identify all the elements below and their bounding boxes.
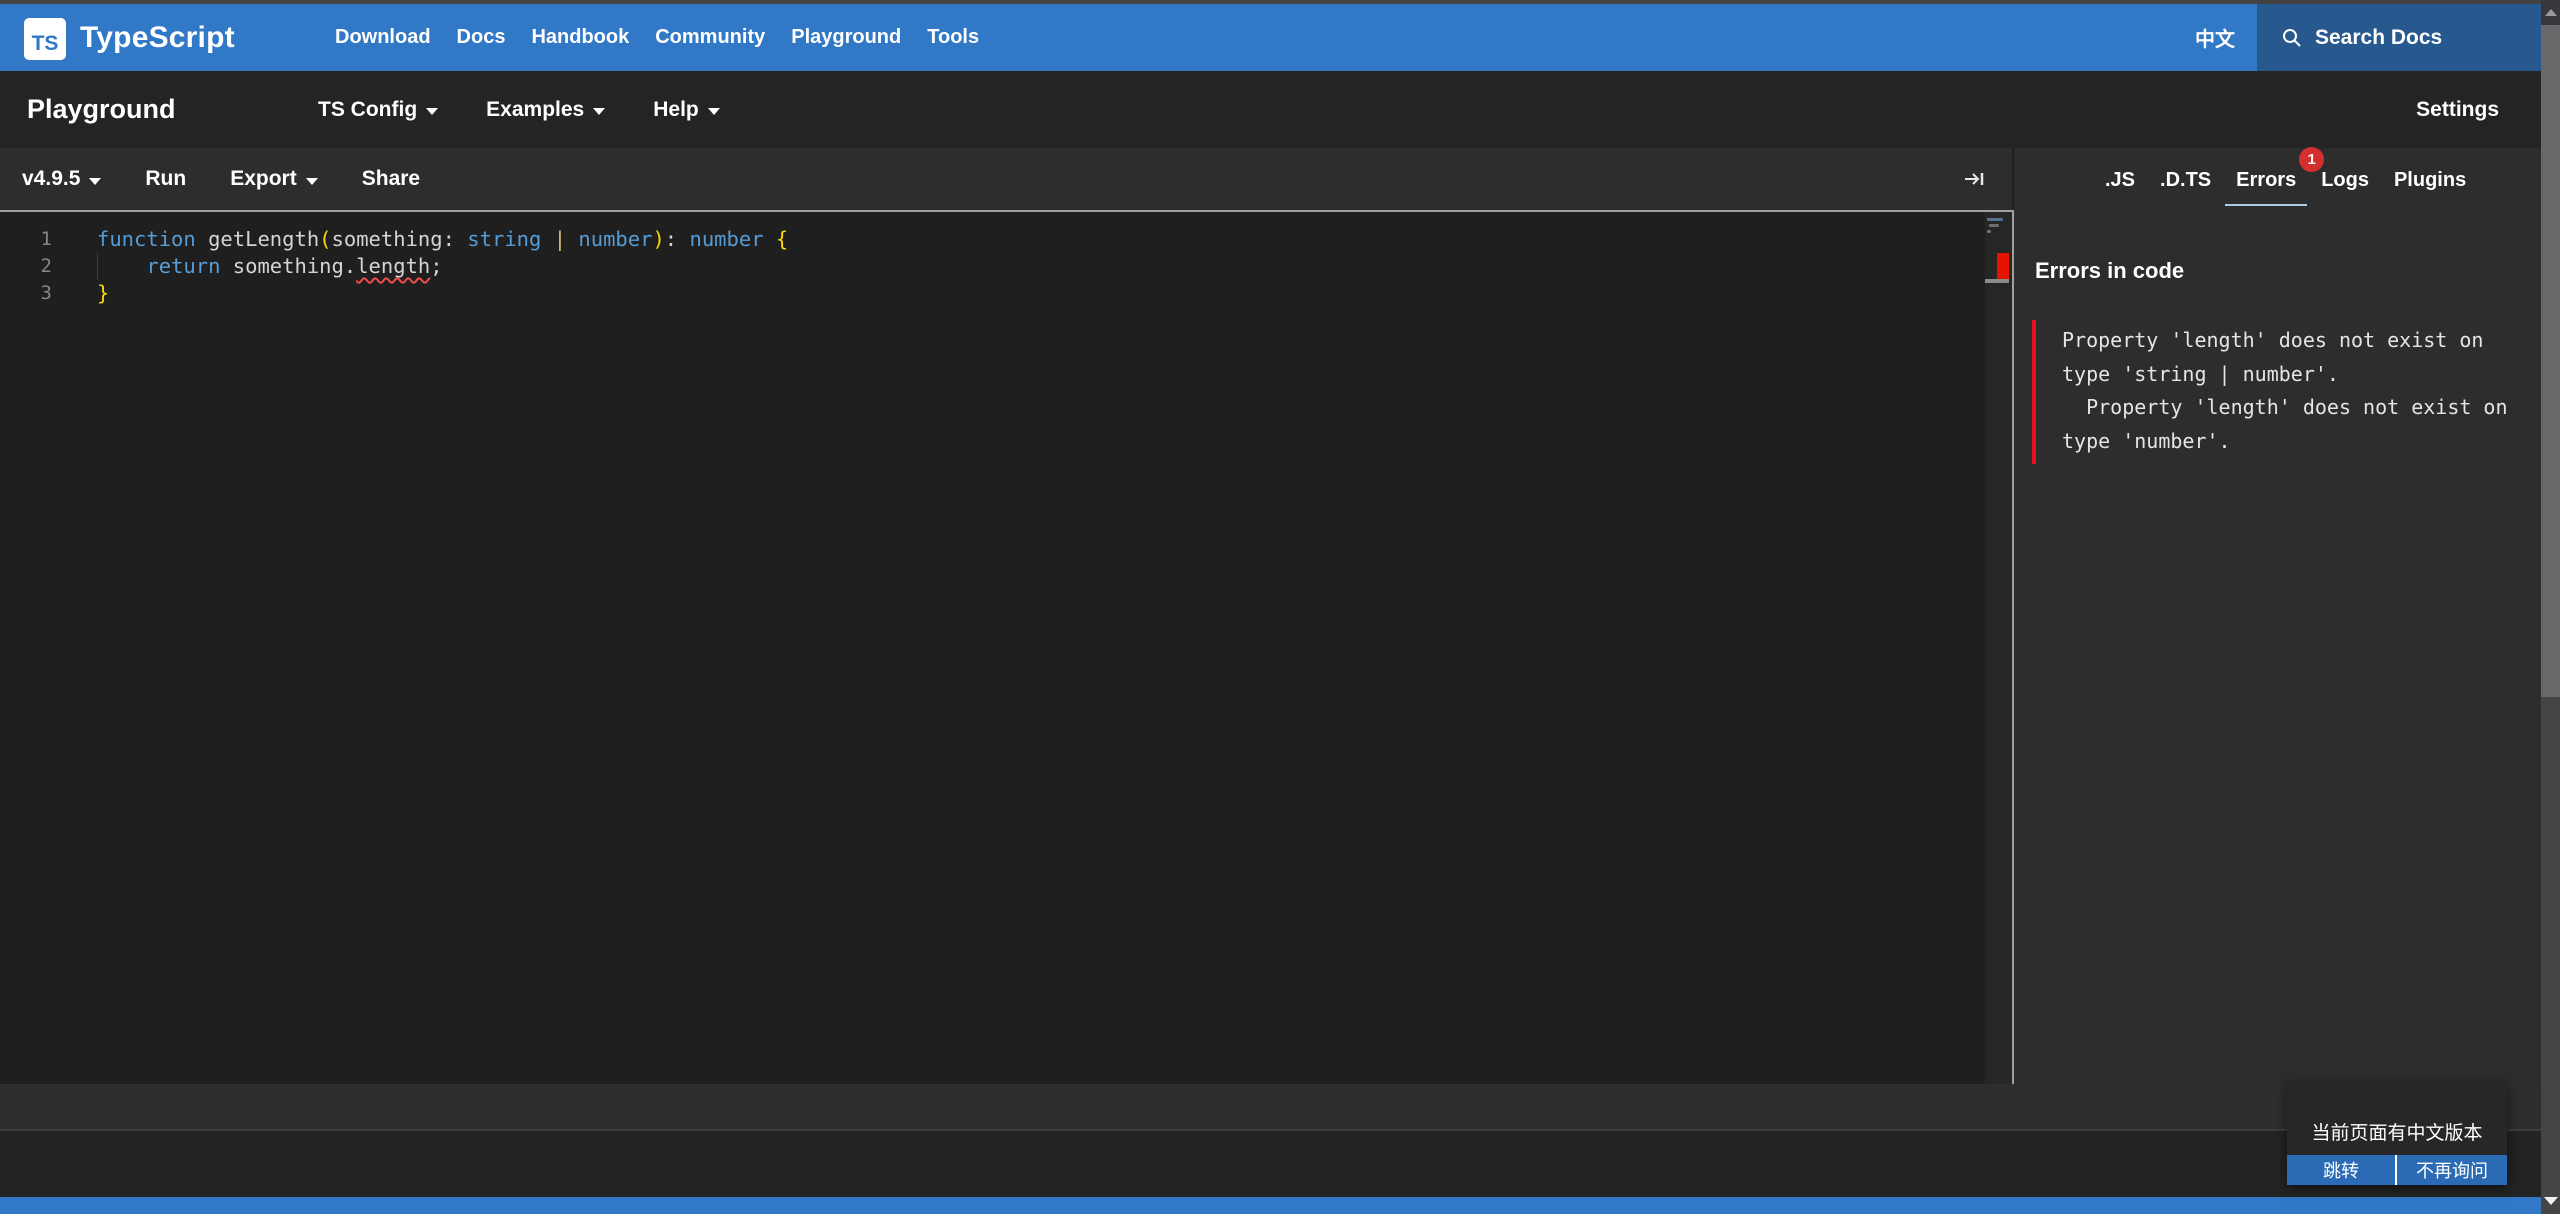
chevron-down-icon xyxy=(708,108,720,115)
page-scrollbar[interactable] xyxy=(2541,0,2560,1214)
settings-button[interactable]: Settings xyxy=(2416,71,2499,148)
code-text: return something.length; xyxy=(97,253,443,280)
page-title: Playground xyxy=(27,71,176,148)
line-number: 2 xyxy=(0,253,52,280)
language-popup: 当前页面有中文版本 跳转 不再询问 xyxy=(2287,1083,2507,1185)
error-message-line: Property 'length' does not exist on xyxy=(2062,391,2508,425)
chevron-down-icon xyxy=(306,178,318,185)
tab-errors[interactable]: Errors1 xyxy=(2225,169,2307,192)
run-button[interactable]: Run xyxy=(145,167,186,191)
code-text: function getLength(something: string | n… xyxy=(97,226,788,253)
chevron-down-icon xyxy=(426,108,438,115)
playground-bar: Playground TS Config Examples Help Setting… xyxy=(0,71,2541,148)
scrollbar-thumb[interactable] xyxy=(2541,25,2560,697)
language-popup-buttons: 跳转 不再询问 xyxy=(2287,1155,2507,1185)
chevron-down-icon xyxy=(593,108,605,115)
nav-link-handbook[interactable]: Handbook xyxy=(531,26,629,49)
error-message-line: type 'string | number'. xyxy=(2062,358,2508,392)
indent-guide xyxy=(97,253,98,280)
popup-dismiss-button[interactable]: 不再询问 xyxy=(2397,1155,2507,1185)
nav-link-download[interactable]: Download xyxy=(335,26,431,49)
error-message-line: type 'number'. xyxy=(2062,425,2508,459)
popup-go-button[interactable]: 跳转 xyxy=(2287,1155,2395,1185)
line-number: 1 xyxy=(0,226,52,253)
tab-plugins[interactable]: Plugins xyxy=(2383,169,2477,192)
results-sidebar: .JS.D.TSErrors1LogsPlugins Errors in cod… xyxy=(2014,148,2541,1084)
share-button[interactable]: Share xyxy=(362,167,420,191)
language-popup-message: 当前页面有中文版本 xyxy=(2287,1083,2507,1155)
editor-toolbar: v4.9.5 Run Export Share xyxy=(0,148,2012,212)
overview-error-marker xyxy=(1997,253,2009,279)
typescript-logo[interactable]: TS xyxy=(24,18,66,60)
version-dropdown[interactable]: v4.9.5 xyxy=(22,167,101,191)
nav-link-docs[interactable]: Docs xyxy=(457,26,506,49)
errors-heading: Errors in code xyxy=(2035,258,2184,284)
typescript-playground-page: TS TypeScript Download Docs Handbook Commun… xyxy=(0,0,2560,1214)
menu-examples[interactable]: Examples xyxy=(486,98,605,122)
triangle-up-icon xyxy=(2545,9,2557,16)
errors-count-badge: 1 xyxy=(2299,147,2324,172)
footer-blue-strip xyxy=(0,1197,2541,1214)
search-icon xyxy=(2281,27,2303,49)
sidebar-tabs: .JS.D.TSErrors1LogsPlugins xyxy=(2014,148,2541,212)
minimap-line xyxy=(1987,218,2003,221)
code-line[interactable]: 2 return something.length; xyxy=(0,253,2012,280)
code-editor[interactable]: 1 function getLength(something: string | … xyxy=(0,212,2012,1084)
language-toggle[interactable]: 中文 xyxy=(2195,4,2235,71)
error-message: Property 'length' does not exist ontype … xyxy=(2062,324,2508,458)
menu-help[interactable]: Help xyxy=(653,98,720,122)
collapse-sidebar-icon[interactable] xyxy=(1962,148,1988,210)
search-label: Search Docs xyxy=(2315,26,2442,50)
export-dropdown[interactable]: Export xyxy=(230,167,318,191)
scrollbar-down-button[interactable] xyxy=(2541,1190,2560,1212)
minimap[interactable] xyxy=(1985,212,2012,1084)
code-rows: 1 function getLength(something: string | … xyxy=(0,226,2012,307)
tab-dts[interactable]: .D.TS xyxy=(2149,169,2222,192)
minimap-line xyxy=(1987,230,1991,233)
bottom-bar xyxy=(0,1084,2541,1129)
nav-link-community[interactable]: Community xyxy=(655,26,765,49)
triangle-down-icon xyxy=(2544,1197,2558,1205)
code-text: } xyxy=(97,280,109,307)
nav-link-tools[interactable]: Tools xyxy=(927,26,979,49)
search-docs-box[interactable]: Search Docs xyxy=(2257,4,2541,71)
tab-js[interactable]: .JS xyxy=(2094,169,2146,192)
nav-link-playground[interactable]: Playground xyxy=(791,26,901,49)
footer-dark-area xyxy=(0,1131,2541,1197)
brand-title[interactable]: TypeScript xyxy=(80,4,235,71)
line-number: 3 xyxy=(0,280,52,307)
playground-menus: TS Config Examples Help xyxy=(318,71,720,148)
minimap-line xyxy=(1989,224,1999,227)
code-line[interactable]: 3} xyxy=(0,280,2012,307)
site-nav: TS TypeScript Download Docs Handbook Commun… xyxy=(0,4,2541,71)
tab-logs[interactable]: Logs xyxy=(2310,169,2380,192)
typescript-logo-text: TS xyxy=(32,33,59,54)
export-label: Export xyxy=(230,167,297,191)
code-line[interactable]: 1 function getLength(something: string | … xyxy=(0,226,2012,253)
menu-ts-config[interactable]: TS Config xyxy=(318,98,438,122)
error-message-line: Property 'length' does not exist on xyxy=(2062,324,2508,358)
overview-cursor-marker xyxy=(1985,279,2009,283)
chevron-down-icon xyxy=(89,178,101,185)
nav-links: Download Docs Handbook Community Playground T… xyxy=(335,4,979,71)
version-label: v4.9.5 xyxy=(22,167,80,191)
scrollbar-up-button[interactable] xyxy=(2541,0,2560,25)
error-item[interactable]: Property 'length' does not exist ontype … xyxy=(2032,320,2508,464)
